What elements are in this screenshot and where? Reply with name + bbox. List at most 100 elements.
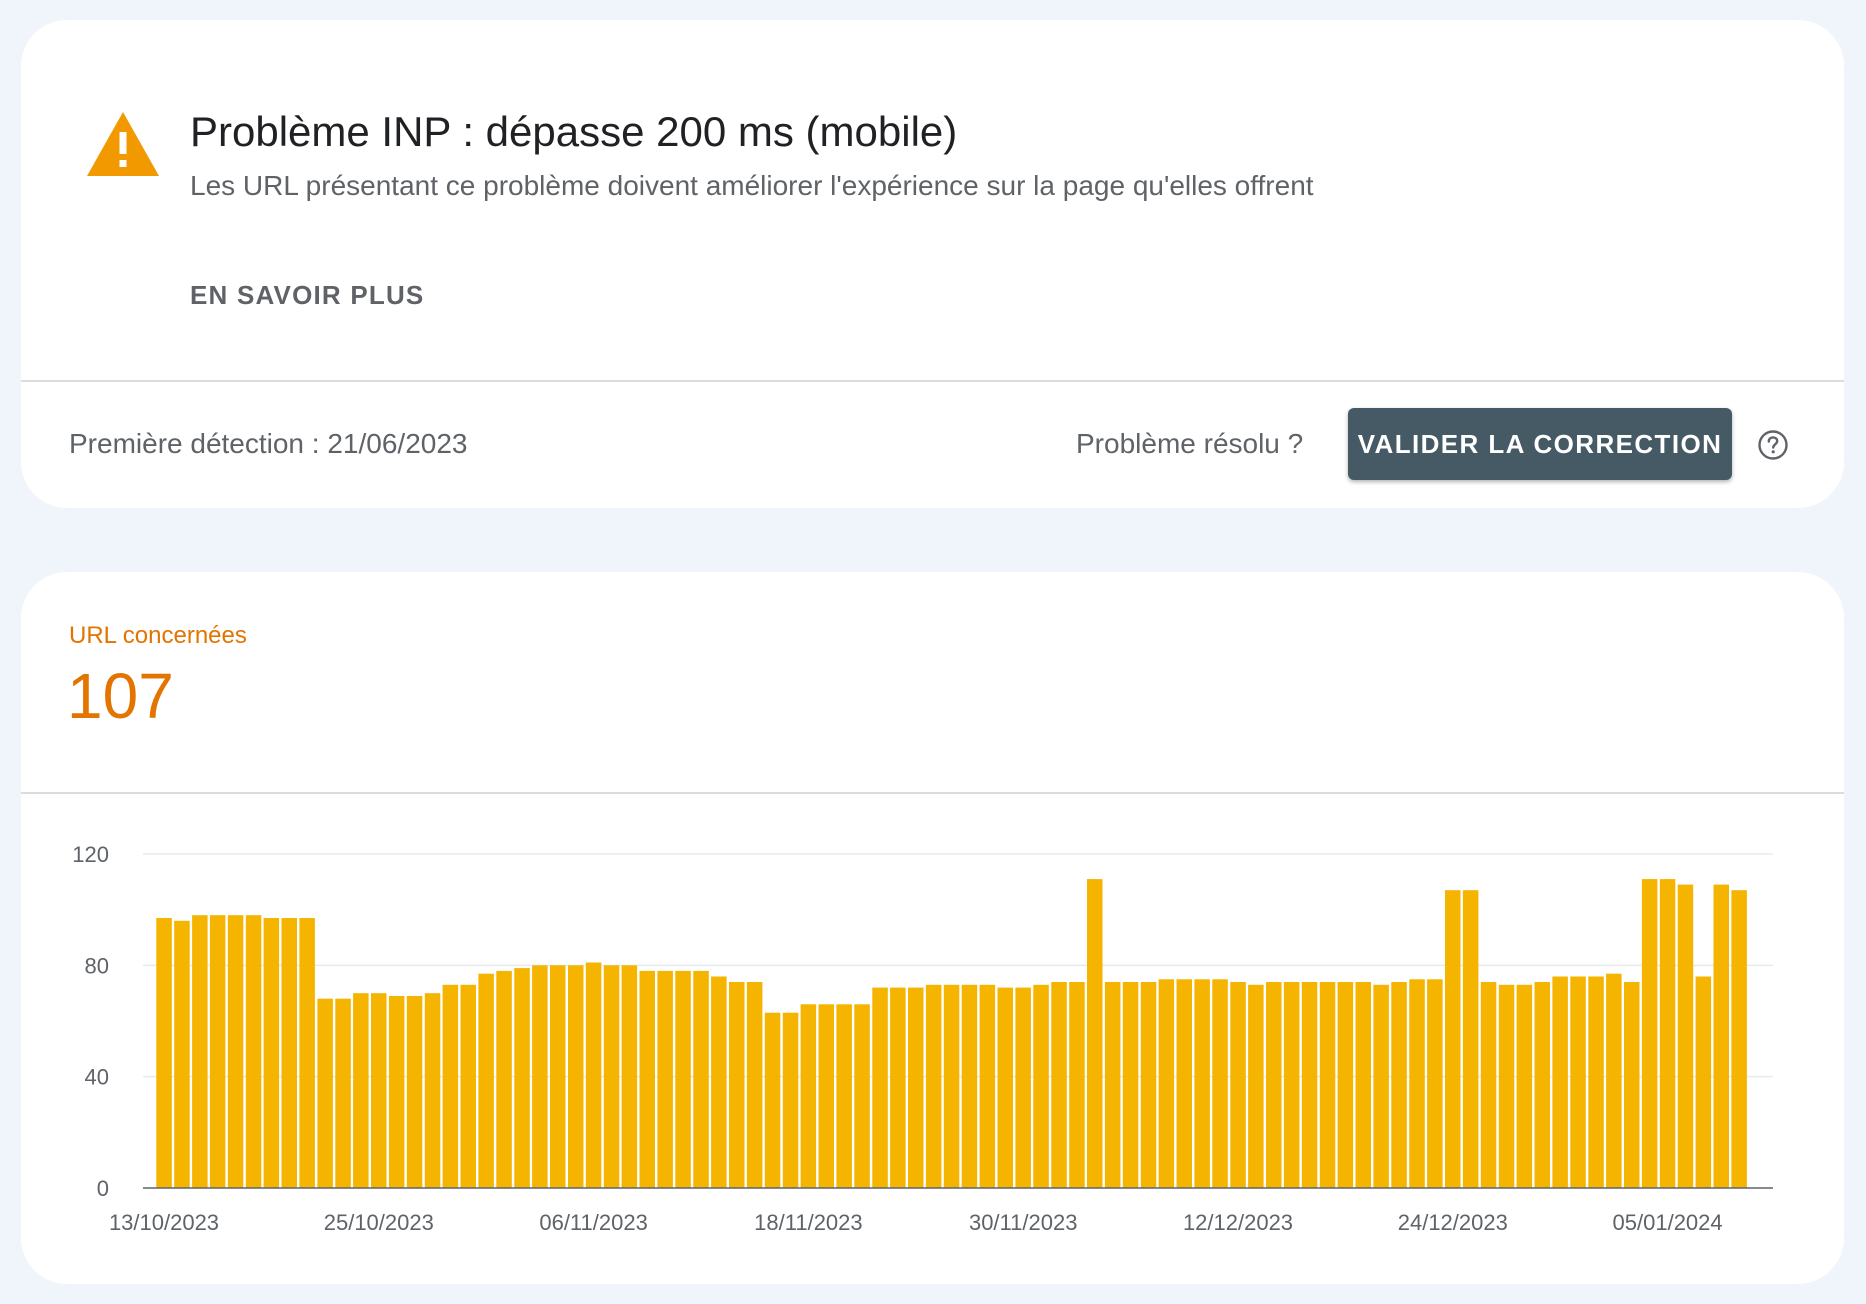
bar [1731,890,1747,1188]
bar [496,970,512,1188]
bar [1498,984,1515,1188]
x-tick-label: 06/11/2023 [539,1210,647,1235]
bar [1534,982,1550,1188]
bar [1355,982,1371,1188]
bar [371,993,387,1188]
metric-label: URL concernées [69,622,247,649]
bar [299,918,315,1188]
bar [585,962,602,1188]
bar [478,973,494,1188]
bar [997,987,1013,1188]
bar [729,982,745,1188]
y-tick-label: 0 [97,1176,109,1201]
bar [1087,879,1103,1188]
bar [209,915,226,1188]
bar [1445,890,1461,1188]
bar [1606,973,1622,1188]
bar [1051,982,1067,1188]
bar [281,918,297,1188]
bar [353,993,369,1188]
bar [1248,984,1264,1188]
bar [460,984,476,1188]
bar [514,968,530,1188]
bar [1266,982,1282,1188]
y-tick-label: 80 [85,953,109,978]
bar [675,970,691,1188]
bar [1104,982,1121,1188]
bar [550,965,566,1188]
bar [1462,890,1479,1188]
x-tick-label: 13/10/2023 [109,1210,219,1235]
chart-card: URL concernées 107 0 40 80 120 13/10/2023 25/… [21,572,1844,1284]
bar [603,965,620,1188]
metric-value: 107 [67,660,174,732]
first-detected-date: Première détection : 21/06/2023 [69,428,468,459]
bar [388,996,405,1188]
bar [317,998,333,1188]
bar [1301,982,1318,1188]
bar [1552,976,1568,1188]
x-tick-label: 30/11/2023 [969,1210,1077,1235]
bar [961,984,978,1188]
y-tick-label: 120 [72,842,109,867]
bar [156,918,172,1188]
validate-fix-button[interactable]: VALIDER LA CORRECTION [1348,408,1732,480]
x-tick-label: 24/12/2023 [1398,1210,1508,1235]
bar [1659,879,1676,1188]
bar [1713,884,1729,1188]
bar [1176,979,1192,1189]
issue-card: Problème INP : dépasse 200 ms (mobile) L… [21,20,1844,508]
bar [1015,987,1031,1188]
bar [1641,879,1658,1188]
x-tick-label: 12/12/2023 [1183,1210,1293,1235]
bar [1319,982,1336,1188]
bar [1140,982,1157,1188]
bar [657,970,673,1188]
help-icon[interactable] [1757,429,1789,461]
bar [1194,979,1210,1189]
bar [442,984,459,1188]
bar [818,1004,834,1188]
bar [174,920,190,1188]
x-tick-label: 05/01/2024 [1613,1210,1723,1235]
issue-description: Les URL présentant ce problème doivent a… [190,170,1314,201]
y-tick-label: 40 [85,1065,109,1090]
bar [764,1012,781,1188]
bar [1516,984,1533,1188]
bar [532,965,548,1188]
bar [908,987,924,1188]
bar [1158,979,1175,1189]
bar [1677,884,1694,1188]
bar [854,1004,870,1188]
bar [782,1012,799,1188]
x-tick-label: 25/10/2023 [324,1210,434,1235]
bar [1570,976,1586,1188]
bar [890,987,906,1188]
bar [639,970,655,1188]
bar [1283,982,1300,1188]
affected-urls-chart: 0 40 80 120 13/10/2023 25/10/2023 06/11/2023 18… [72,842,1773,1235]
bar [1230,982,1246,1188]
bar [1695,976,1712,1188]
bar [621,965,638,1188]
bar [245,915,262,1188]
bar [1427,979,1443,1189]
bar [1122,982,1139,1188]
bar [406,996,423,1188]
bar [424,993,441,1188]
resolved-question: Problème résolu ? [1076,428,1304,459]
bar [746,982,763,1188]
bar [872,987,888,1188]
bar [263,918,280,1188]
bar [800,1004,817,1188]
bar [1212,979,1228,1189]
issue-title: Problème INP : dépasse 200 ms (mobile) [190,108,958,155]
bar [1588,976,1604,1188]
bar [1069,982,1085,1188]
bar [1033,984,1049,1188]
bar [1373,984,1389,1188]
bar [1337,982,1354,1188]
bar [227,915,244,1188]
bar [192,915,208,1188]
learn-more-link[interactable]: EN SAVOIR PLUS [190,280,424,311]
